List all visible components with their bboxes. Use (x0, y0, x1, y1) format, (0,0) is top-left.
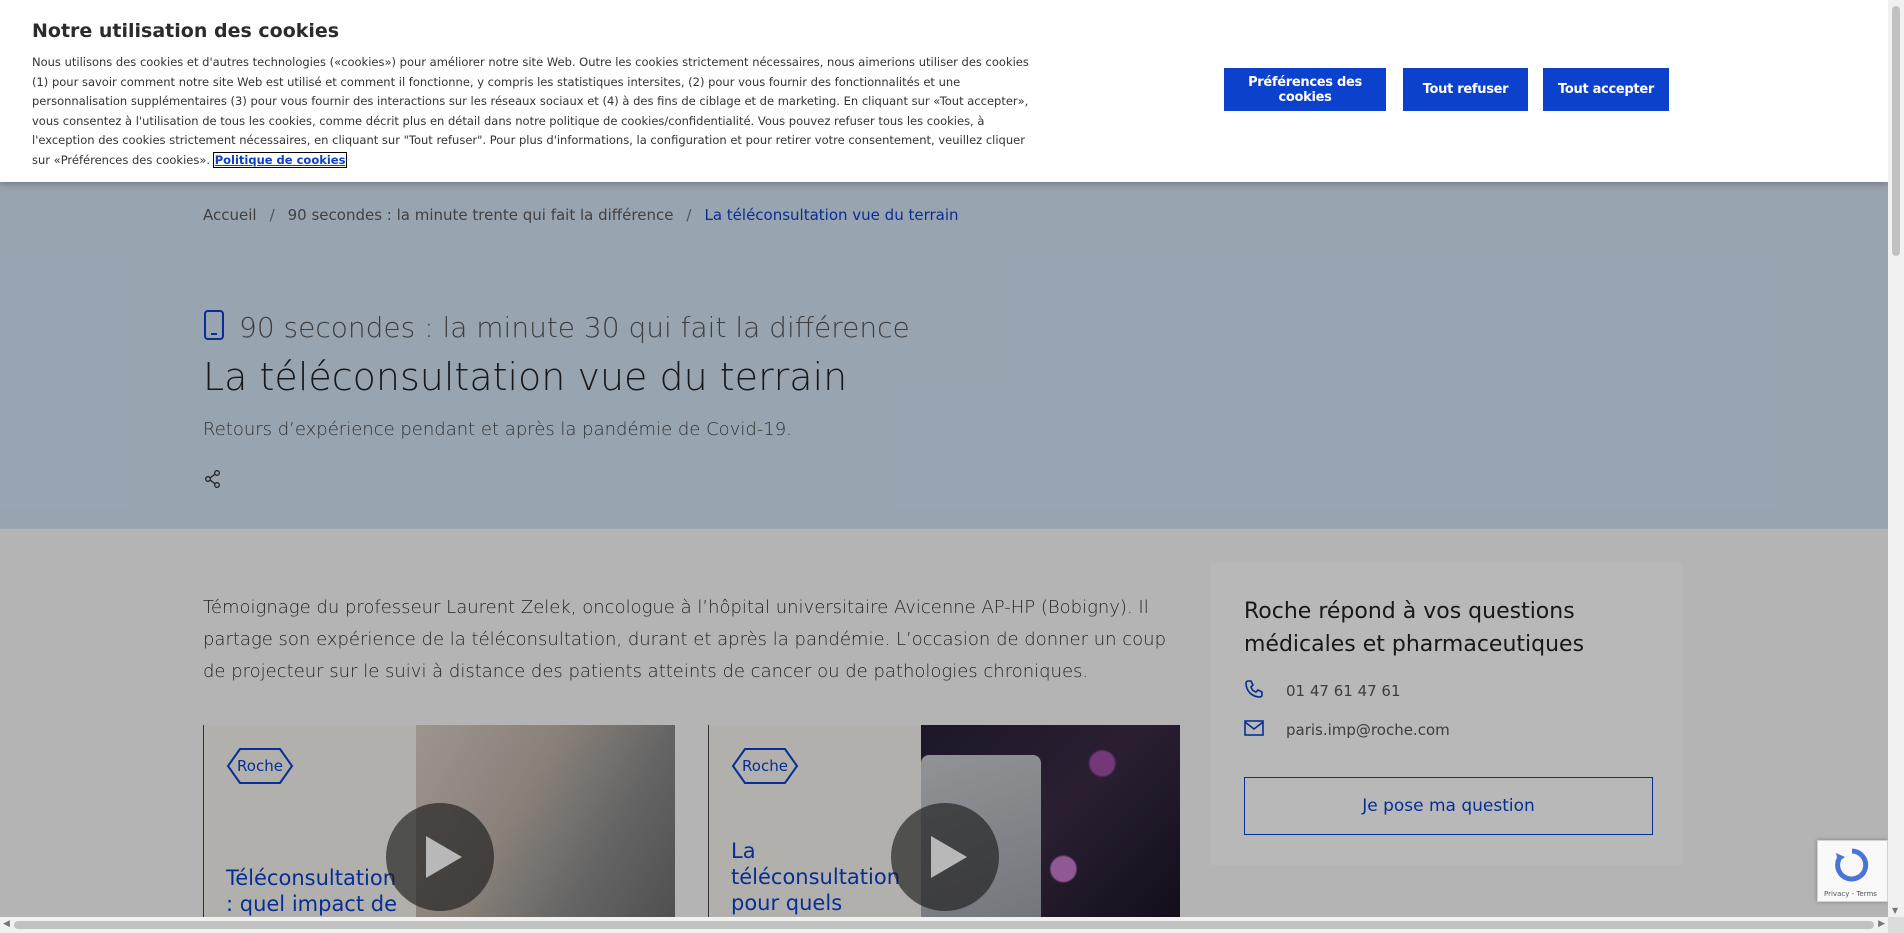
refuse-all-button[interactable]: Tout refuser (1403, 68, 1528, 111)
horizontal-scrollbar-thumb[interactable] (14, 921, 1874, 929)
accept-all-button[interactable]: Tout accepter (1543, 68, 1669, 111)
recaptcha-links[interactable]: Privacy - Terms (1824, 890, 1877, 898)
vertical-scrollbar[interactable]: ▼ (1888, 0, 1904, 917)
cookie-banner-text: Nous utilisons des cookies et d'autres t… (32, 55, 1029, 167)
horizontal-scrollbar[interactable]: ◀ ▶ (0, 917, 1888, 933)
recaptcha-badge[interactable]: Privacy - Terms (1817, 840, 1888, 902)
cookie-preferences-button[interactable]: Préférences des cookies (1224, 68, 1386, 111)
cookie-banner-description: Nous utilisons des cookies et d'autres t… (32, 53, 1032, 171)
cookie-banner-title: Notre utilisation des cookies (32, 20, 340, 42)
scrollbar-corner (1888, 917, 1904, 933)
cookie-banner: Notre utilisation des cookies Nous utili… (0, 0, 1888, 182)
scroll-left-arrow-icon[interactable]: ◀ (3, 919, 10, 929)
scroll-down-arrow-icon[interactable]: ▼ (1892, 906, 1898, 915)
scroll-right-arrow-icon[interactable]: ▶ (1878, 919, 1885, 929)
vertical-scrollbar-thumb[interactable] (1892, 6, 1900, 256)
cookie-policy-link[interactable]: Politique de cookies (212, 151, 348, 168)
recaptcha-icon (1835, 848, 1869, 882)
